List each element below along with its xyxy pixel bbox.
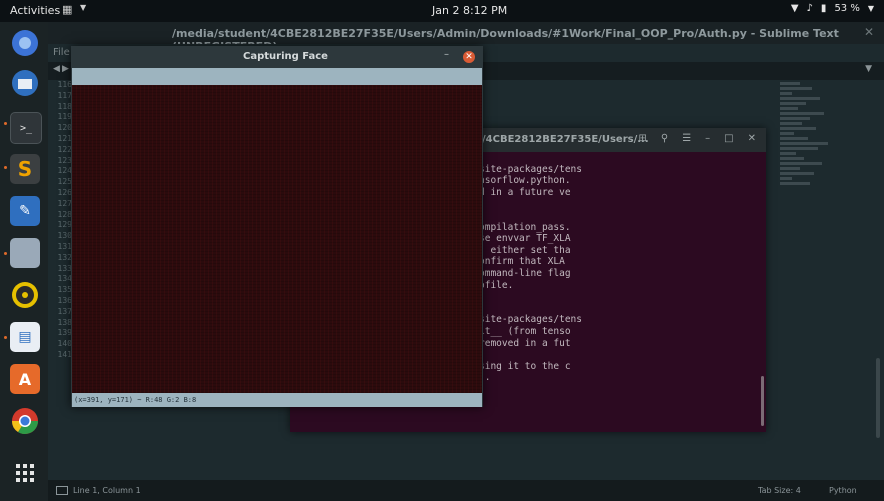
activities-button[interactable]: Activities: [10, 4, 60, 17]
capture-toolbar: [72, 68, 482, 85]
close-icon[interactable]: ✕: [463, 51, 475, 63]
close-icon[interactable]: ✕: [864, 25, 874, 39]
running-indicator: [4, 252, 7, 255]
files-icon[interactable]: [10, 238, 40, 268]
pixel-info-bar: (x=391, y=171) ~ R:48 G:2 B:8: [72, 393, 482, 407]
tab-left-icon[interactable]: ◀: [53, 64, 60, 74]
running-indicator: [4, 336, 7, 339]
battery-icon: ▮: [820, 3, 827, 14]
menu-icon[interactable]: ☰: [682, 133, 691, 144]
system-tray[interactable]: ▼ ♪ ▮ 53 % ▼: [791, 3, 874, 14]
menu-file[interactable]: File: [53, 47, 70, 58]
clock[interactable]: Jan 2 8:12 PM: [432, 4, 507, 17]
text-editor-icon[interactable]: ✎: [10, 196, 40, 226]
status-bar: Line 1, Column 1 Tab Size: 4 Python: [48, 480, 884, 501]
chevron-down-icon: ▼: [867, 4, 874, 13]
panel-toggle-icon[interactable]: [56, 486, 68, 495]
chrome-icon[interactable]: [10, 406, 40, 436]
terminal-scrollbar[interactable]: [761, 376, 764, 426]
app-menu-icon[interactable]: ▦: [62, 3, 72, 16]
grid-icon[interactable]: [10, 458, 40, 488]
dock: >_ S ✎ ▤ A: [0, 22, 48, 501]
top-bar: Activities ▦ ▼ Jan 2 8:12 PM ▼ ♪ ▮ 53 % …: [0, 0, 884, 22]
cursor-position[interactable]: Line 1, Column 1: [73, 486, 141, 495]
chromium-icon[interactable]: [10, 28, 40, 58]
software-icon[interactable]: A: [10, 364, 40, 394]
new-tab-icon[interactable]: ⊞: [638, 133, 646, 144]
search-icon[interactable]: ⚲: [661, 133, 668, 144]
maximize-icon[interactable]: □: [724, 133, 733, 144]
scrollbar[interactable]: [876, 358, 880, 438]
terminal-title: /4CBE2812BE27F35E/Users/...: [482, 134, 649, 145]
minimize-icon[interactable]: –: [444, 49, 449, 60]
capture-titlebar[interactable]: Capturing Face – ✕: [71, 46, 483, 68]
minimize-icon[interactable]: –: [705, 133, 710, 144]
tab-right-icon[interactable]: ▶: [62, 64, 69, 74]
minimap[interactable]: [780, 80, 840, 280]
rhythmbox-icon[interactable]: [10, 280, 40, 310]
thunderbird-icon[interactable]: [10, 68, 40, 98]
syntax-selector[interactable]: Python: [829, 486, 857, 495]
capture-title: Capturing Face: [243, 51, 328, 62]
writer-icon[interactable]: ▤: [10, 322, 40, 352]
wifi-icon: ▼: [790, 3, 799, 14]
sublime-titlebar[interactable]: /media/student/4CBE2812BE27F35E/Users/Ad…: [48, 22, 884, 53]
volume-icon: ♪: [806, 3, 813, 14]
running-indicator: [4, 166, 7, 169]
close-icon[interactable]: ✕: [748, 133, 756, 144]
sublime-icon[interactable]: S: [10, 154, 40, 184]
tab-list-icon[interactable]: ▼: [865, 64, 872, 74]
tab-size[interactable]: Tab Size: 4: [758, 486, 801, 495]
chevron-down-icon[interactable]: ▼: [80, 3, 86, 12]
camera-frame[interactable]: [72, 85, 482, 393]
battery-percent: 53 %: [834, 3, 860, 14]
pixel-info-text: (x=391, y=171) ~ R:48 G:2 B:8: [74, 396, 197, 404]
capture-window: Capturing Face – ✕ (x=391, y=171) ~ R:48…: [71, 46, 483, 407]
running-indicator: [4, 122, 7, 125]
terminal-icon[interactable]: >_: [10, 112, 42, 144]
